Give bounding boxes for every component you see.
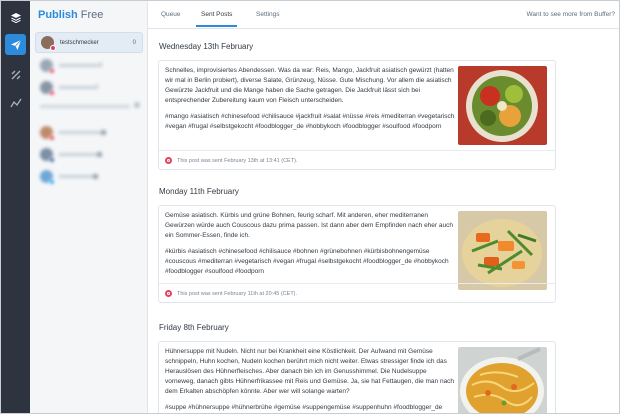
post-image[interactable] bbox=[458, 211, 547, 290]
lock-icon bbox=[101, 130, 106, 135]
tab-sent-posts[interactable]: Sent Posts bbox=[201, 11, 232, 18]
profile-name-redacted bbox=[59, 64, 99, 67]
profile-item-blurred[interactable] bbox=[35, 144, 143, 165]
day-heading: Monday 11th February bbox=[159, 187, 239, 196]
post-body: Hühnersuppe mit Nudeln. Nicht nur bei Kr… bbox=[165, 348, 455, 395]
section-label-redacted bbox=[40, 105, 130, 108]
profile-post-count: 0 bbox=[132, 39, 136, 46]
post-hashtags: #suppe #hühnersuppe #hühnerbrühe #gemüse… bbox=[165, 404, 443, 411]
profiles-sidebar: Publish Free testschmecker 0 0 0 bbox=[30, 1, 148, 413]
post-hashtags: #kürbis #asiatisch #chinesefood #chilisa… bbox=[165, 248, 449, 275]
post-card: Schnelles, improvisiertes Abendessen. Wa… bbox=[158, 60, 556, 170]
profile-item-blurred[interactable]: 0 bbox=[35, 77, 143, 98]
sent-posts-feed: Wednesday 13th February Schnelles, impro… bbox=[148, 29, 619, 413]
instagram-icon bbox=[165, 157, 172, 164]
avatar bbox=[41, 36, 56, 51]
sent-status: This post was sent February 11th at 20:4… bbox=[165, 290, 297, 297]
lock-icon bbox=[97, 152, 102, 157]
post-text: Schnelles, improvisiertes Abendessen. Wa… bbox=[165, 66, 458, 138]
post-text: Gemüse asiatisch. Kürbis und grüne Bohne… bbox=[165, 211, 458, 283]
avatar bbox=[40, 148, 55, 163]
avatar bbox=[40, 170, 55, 185]
day-heading: Wednesday 13th February bbox=[159, 42, 254, 51]
lock-icon bbox=[93, 174, 98, 179]
profile-name-redacted bbox=[59, 131, 101, 134]
profile-name-redacted bbox=[59, 175, 93, 178]
post-body: Schnelles, improvisiertes Abendessen. Wa… bbox=[165, 67, 454, 104]
post-image[interactable] bbox=[458, 347, 547, 413]
profile-item-active[interactable]: testschmecker 0 bbox=[35, 32, 143, 53]
profile-name: testschmecker bbox=[60, 39, 99, 46]
avatar bbox=[40, 81, 55, 96]
post-body: Gemüse asiatisch. Kürbis und grüne Bohne… bbox=[165, 212, 453, 239]
avatar bbox=[40, 59, 55, 74]
post-hashtags: #mango #asiatisch #chinesefood #chilisau… bbox=[165, 113, 455, 130]
avatar bbox=[40, 126, 55, 141]
tab-queue[interactable]: Queue bbox=[161, 11, 181, 18]
brand-name: Publish bbox=[38, 9, 78, 21]
tab-bar: Queue Sent Posts Settings Want to see mo… bbox=[148, 1, 619, 29]
chart-line-icon[interactable] bbox=[5, 92, 26, 113]
post-image[interactable] bbox=[458, 66, 547, 145]
app-window: Publish Free testschmecker 0 0 0 Queue S… bbox=[0, 0, 620, 414]
profile-item-blurred[interactable]: 0 bbox=[35, 55, 143, 76]
icon-rail bbox=[1, 1, 30, 413]
upgrade-link[interactable]: Want to see more from Buffer? bbox=[526, 11, 615, 18]
profile-item-blurred[interactable] bbox=[35, 166, 143, 187]
section-toggle-icon[interactable] bbox=[134, 102, 140, 108]
brand-logo: Publish Free bbox=[38, 9, 103, 21]
sent-timestamp: This post was sent February 13th at 13:4… bbox=[177, 157, 298, 164]
post-text: Hühnersuppe mit Nudeln. Nicht nur bei Kr… bbox=[165, 347, 458, 413]
analyze-icon[interactable] bbox=[5, 64, 26, 85]
post-card: Hühnersuppe mit Nudeln. Nicht nur bei Kr… bbox=[158, 341, 556, 413]
day-heading: Friday 8th February bbox=[159, 323, 229, 332]
active-tab-indicator bbox=[196, 25, 237, 27]
instagram-icon bbox=[165, 290, 172, 297]
profile-name-redacted bbox=[59, 86, 95, 89]
profile-item-blurred[interactable] bbox=[35, 122, 143, 143]
paper-plane-icon[interactable] bbox=[5, 34, 26, 55]
sent-timestamp: This post was sent February 11th at 20:4… bbox=[177, 290, 298, 297]
profile-name-redacted bbox=[59, 153, 97, 156]
layers-icon[interactable] bbox=[5, 7, 26, 28]
sent-status: This post was sent February 13th at 13:4… bbox=[165, 157, 297, 164]
tab-settings[interactable]: Settings bbox=[256, 11, 280, 18]
brand-plan: Free bbox=[80, 9, 104, 21]
post-card: Gemüse asiatisch. Kürbis und grüne Bohne… bbox=[158, 205, 556, 303]
